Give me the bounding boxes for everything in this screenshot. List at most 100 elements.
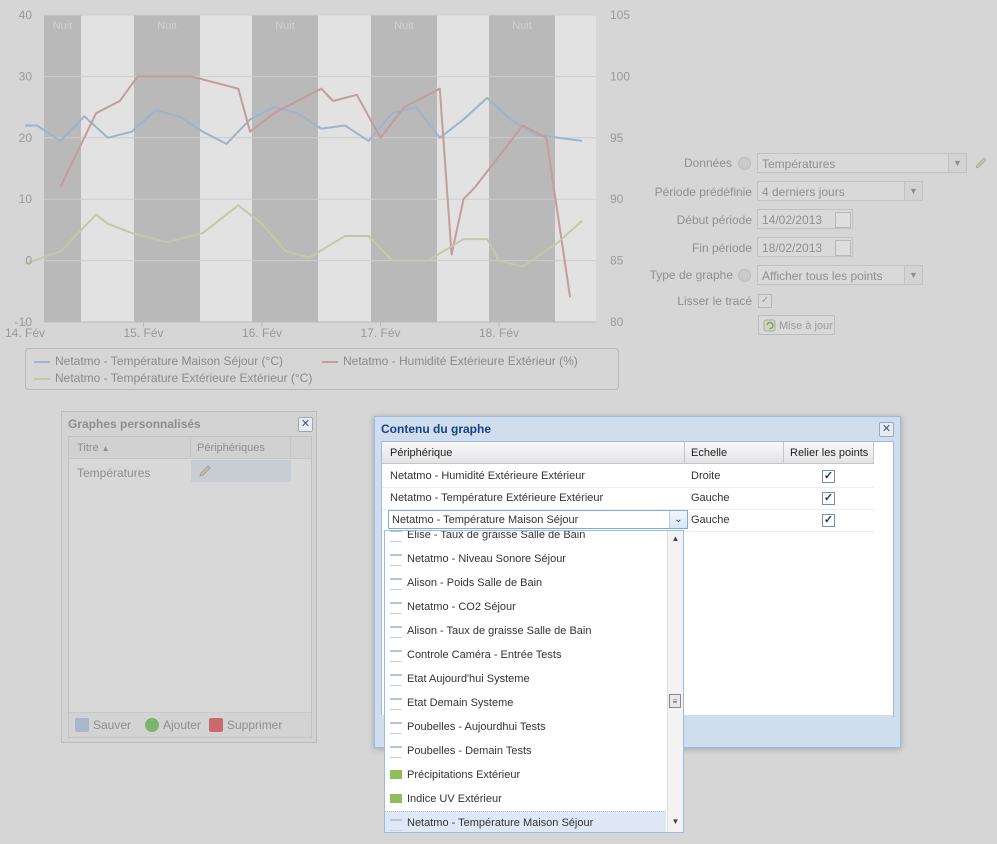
night-label: Nuit (157, 20, 177, 32)
graphes-perso-toolbar: Sauver Ajouter Supprimer (69, 712, 311, 737)
row-device: Netatmo - Humidité Extérieure Extérieur (390, 470, 586, 482)
delete-button[interactable]: Supprimer (209, 718, 282, 732)
save-label: Sauver (93, 718, 132, 732)
dropdown-item[interactable]: Elise - Taux de graisse Salle de Bain (385, 531, 666, 547)
periode-select[interactable]: 4 derniers jours ▼ (757, 181, 923, 201)
device-dropdown-list[interactable]: Elise - Taux de graisse Salle de Bain Net… (384, 530, 684, 833)
dropdown-item[interactable]: Etat Demain Systeme (385, 691, 666, 715)
x-tick-label: 15. Fév (123, 326, 163, 340)
dropdown-item[interactable]: Netatmo - CO2 Séjour (385, 595, 666, 619)
lisser-checkbox[interactable]: ✓ (758, 294, 772, 308)
scroll-thumb[interactable]: ≡ (669, 694, 681, 708)
help-icon[interactable] (738, 269, 751, 282)
update-label: Mise à jour (779, 320, 833, 332)
add-button[interactable]: Ajouter (145, 718, 201, 732)
device-edit-combo[interactable]: Netatmo - Température Maison Séjour ⌄ (388, 510, 688, 529)
scrollbar[interactable]: ▲ ≡ ▼ (667, 531, 683, 832)
legend-item-humidite[interactable]: Netatmo - Humidité Extérieure Extérieur … (322, 354, 578, 368)
chevron-down-icon[interactable]: ▼ (904, 182, 922, 200)
dropdown-item-label: Controle Caméra - Entrée Tests (407, 649, 562, 661)
close-icon[interactable]: ✕ (298, 417, 313, 432)
scroll-up-icon[interactable]: ▲ (670, 534, 681, 544)
col-peripheriques[interactable]: Périphériques (197, 437, 265, 459)
temperature-chart: Nuit Nuit Nuit Nuit Nuit 403020100-101051009… (5, 8, 630, 340)
col-relier[interactable]: Relier les points (790, 442, 868, 464)
relier-checkbox[interactable]: ✓ (822, 514, 835, 527)
close-icon[interactable]: ✕ (879, 422, 894, 437)
legend-item-maison[interactable]: Netatmo - Température Maison Séjour (°C) (34, 354, 283, 368)
weather-icon (390, 794, 402, 803)
type-select[interactable]: Afficher tous les points ▼ (757, 265, 923, 285)
night-label: Nuit (275, 20, 295, 32)
chevron-down-icon[interactable]: ⌄ (669, 511, 687, 528)
dropdown-item-label: Poubelles - Aujourdhui Tests (407, 721, 546, 733)
fin-date-field[interactable]: 18/02/2013 (757, 237, 853, 257)
relier-checkbox[interactable]: ✓ (822, 492, 835, 505)
col-echelle[interactable]: Echelle (691, 442, 727, 464)
relier-checkbox[interactable]: ✓ (822, 470, 835, 483)
dropdown-item-label: Netatmo - Température Maison Séjour (407, 817, 594, 829)
sensor-icon (390, 722, 402, 734)
debut-date-field[interactable]: 14/02/2013 (757, 209, 853, 229)
legend-label: Netatmo - Température Extérieure Extérie… (55, 371, 313, 385)
edit-pencil-icon[interactable] (974, 156, 988, 170)
dropdown-item[interactable]: Précipitations Extérieur (385, 763, 666, 787)
row-edit-cell[interactable] (191, 460, 291, 482)
dropdown-item[interactable]: Alison - Taux de graisse Salle de Bain (385, 619, 666, 643)
table-row[interactable]: Netatmo - Température Extérieure Extérie… (382, 487, 874, 510)
x-tick-label: 18. Fév (479, 326, 519, 340)
save-button[interactable]: Sauver (75, 718, 131, 732)
row-scale: Gauche (691, 514, 730, 526)
chevron-down-icon[interactable]: ▼ (904, 266, 922, 284)
dropdown-item[interactable]: Poubelles - Aujourdhui Tests (385, 715, 666, 739)
y-right-tick-label: 85 (610, 254, 624, 268)
dropdown-item[interactable]: Etat Aujourd'hui Systeme (385, 667, 666, 691)
help-icon[interactable] (738, 157, 751, 170)
debut-label: Début période (676, 213, 752, 227)
x-tick-label: 14. Fév (5, 326, 45, 340)
night-band (252, 15, 318, 322)
sensor-icon (390, 650, 402, 662)
dropdown-item[interactable]: Netatmo - Niveau Sonore Séjour (385, 547, 666, 571)
sensor-icon (390, 746, 402, 758)
table-row[interactable]: Netatmo - Température Maison Séjour ⌄ Ga… (382, 509, 874, 532)
y-right-tick-label: 100 (610, 69, 630, 83)
legend-item-exterieur[interactable]: Netatmo - Température Extérieure Extérie… (34, 371, 312, 385)
calendar-icon[interactable] (835, 212, 851, 228)
refresh-icon (763, 319, 776, 332)
dropdown-item[interactable]: Alison - Poids Salle de Bain (385, 571, 666, 595)
sensor-icon (390, 819, 402, 831)
table-row[interactable]: Netatmo - Humidité Extérieure Extérieur … (382, 465, 874, 488)
dropdown-item[interactable]: Indice UV Extérieur (385, 787, 666, 811)
edit-pencil-icon[interactable] (197, 463, 213, 479)
sensor-icon (390, 698, 402, 710)
device-edit-value: Netatmo - Température Maison Séjour (392, 514, 579, 526)
row-titre[interactable]: Températures (77, 466, 150, 480)
dropdown-item[interactable]: Netatmo - Température Maison Séjour (385, 811, 666, 832)
update-button[interactable]: Mise à jour (758, 315, 835, 335)
donnees-select[interactable]: Températures ▼ (757, 153, 967, 173)
col-titre-label: Titre (77, 442, 99, 454)
periode-label: Période prédéfinie (654, 185, 752, 199)
chart-legend: Netatmo - Température Maison Séjour (°C)… (25, 348, 619, 390)
dropdown-item-label: Etat Aujourd'hui Systeme (407, 673, 530, 685)
panel-title: Contenu du graphe (381, 422, 491, 436)
scroll-down-icon[interactable]: ▼ (670, 817, 681, 827)
legend-swatch (34, 377, 50, 380)
add-icon (145, 718, 159, 732)
dropdown-item[interactable]: Controle Caméra - Entrée Tests (385, 643, 666, 667)
night-label: Nuit (394, 20, 414, 32)
dropdown-item[interactable]: Poubelles - Demain Tests (385, 739, 666, 763)
dropdown-item-label: Alison - Poids Salle de Bain (407, 577, 543, 589)
col-titre[interactable]: Titre ▲ (77, 437, 110, 460)
night-label: Nuit (53, 20, 73, 32)
fin-value: 18/02/2013 (762, 241, 823, 255)
dropdown-item-label: Alison - Taux de graisse Salle de Bain (407, 625, 592, 637)
calendar-icon[interactable] (835, 240, 851, 256)
type-label: Type de graphe (649, 268, 733, 282)
sensor-icon (390, 674, 402, 686)
col-peripherique[interactable]: Périphérique (390, 442, 452, 464)
night-bands: Nuit Nuit Nuit Nuit Nuit (44, 15, 596, 322)
y-right-tick-label: 95 (610, 131, 624, 145)
chevron-down-icon[interactable]: ▼ (948, 154, 966, 172)
